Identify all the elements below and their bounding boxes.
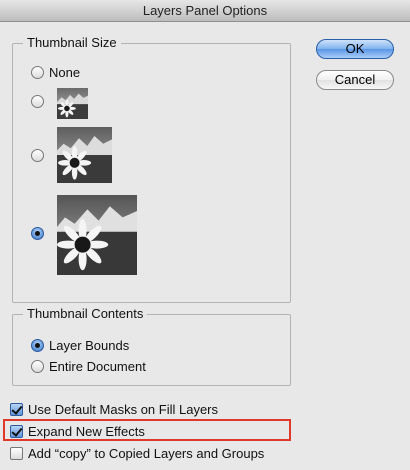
- add-copy-label: Add “copy” to Copied Layers and Groups: [28, 446, 265, 461]
- layer-bounds-label: Layer Bounds: [49, 338, 130, 353]
- ok-button[interactable]: OK: [316, 39, 394, 59]
- radio-thumbnail-medium[interactable]: [31, 149, 44, 162]
- thumbnail-small-preview: [57, 88, 88, 119]
- sunflower-mountain-thumbnail-icon: [57, 88, 88, 119]
- cancel-button[interactable]: Cancel: [316, 70, 394, 90]
- radio-thumbnail-none[interactable]: [31, 66, 44, 79]
- thumbnail-size-none-label: None: [49, 65, 81, 80]
- checkbox-add-copy[interactable]: [10, 447, 23, 460]
- radio-thumbnail-large[interactable]: [31, 227, 44, 240]
- thumbnail-large-preview: [57, 195, 137, 275]
- use-default-masks-option[interactable]: Use Default Masks on Fill Layers: [10, 402, 218, 417]
- entire-document-label: Entire Document: [49, 359, 146, 374]
- thumbnail-size-legend: Thumbnail Size: [23, 35, 121, 50]
- thumbnail-contents-layer-bounds-option[interactable]: Layer Bounds: [31, 338, 129, 353]
- add-copy-option[interactable]: Add “copy” to Copied Layers and Groups: [10, 446, 264, 461]
- checkbox-use-default-masks[interactable]: [10, 403, 23, 416]
- thumbnail-medium-preview: [57, 127, 112, 183]
- radio-entire-document[interactable]: [31, 360, 44, 373]
- use-default-masks-label: Use Default Masks on Fill Layers: [28, 402, 219, 417]
- window-title-bar: Layers Panel Options: [0, 0, 410, 22]
- radio-layer-bounds[interactable]: [31, 339, 44, 352]
- thumbnail-size-large-option[interactable]: [31, 227, 44, 240]
- window-title: Layers Panel Options: [142, 3, 268, 18]
- thumbnail-size-group: Thumbnail Size: [12, 35, 291, 303]
- thumbnail-contents-entire-document-option[interactable]: Entire Document: [31, 359, 146, 374]
- sunflower-mountain-thumbnail-icon: [57, 127, 112, 183]
- sunflower-mountain-thumbnail-icon: [57, 195, 137, 275]
- thumbnail-size-medium-option[interactable]: [31, 149, 44, 162]
- dialog-body: Thumbnail Size None Thumbnail Contents L…: [0, 22, 410, 470]
- thumbnail-contents-legend: Thumbnail Contents: [23, 306, 148, 321]
- thumbnail-size-none-option[interactable]: None: [31, 65, 80, 80]
- thumbnail-size-small-option[interactable]: [31, 95, 44, 108]
- highlight-annotation-box: [3, 419, 291, 441]
- radio-thumbnail-small[interactable]: [31, 95, 44, 108]
